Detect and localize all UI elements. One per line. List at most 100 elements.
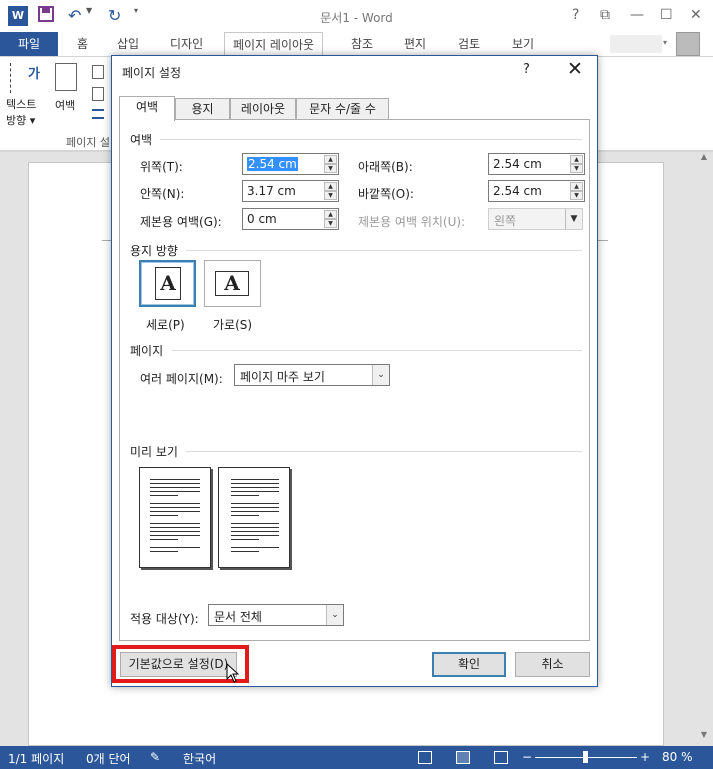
tab-view[interactable]: 보기 (504, 32, 542, 56)
ribbon-display-icon[interactable]: ⧉ (600, 7, 610, 23)
portrait-label[interactable]: 세로(P) (146, 316, 185, 333)
dialog-tab-bar: 여백 용지 레이아웃 문자 수/줄 수 (119, 96, 590, 121)
cancel-button[interactable]: 취소 (515, 652, 590, 677)
preview-text-line (150, 547, 200, 548)
preview-text-line (150, 487, 200, 488)
read-mode-icon[interactable] (418, 751, 432, 764)
zoom-level[interactable]: 80 % (662, 750, 693, 764)
inside-margin-value: 3.17 cm (247, 184, 296, 198)
dialog-close-icon[interactable]: ✕ (567, 58, 583, 80)
language[interactable]: 한국어 (183, 750, 216, 767)
account-name[interactable] (610, 35, 662, 53)
preview-text-line (150, 551, 178, 552)
tab-paper[interactable]: 용지 (175, 98, 230, 120)
web-layout-icon[interactable] (494, 751, 508, 764)
portrait-option[interactable]: A (139, 260, 196, 307)
avatar[interactable] (676, 32, 700, 56)
title-bar: W ↶ ▼ ↻ ▾ 문서1 - Word ? ⧉ — ☐ ✕ (0, 0, 713, 32)
section-preview: 미리 보기 (130, 445, 178, 459)
chevron-down-icon[interactable]: ▼ (565, 209, 582, 229)
preview-text-line (231, 551, 259, 552)
apply-to-select[interactable]: 문서 전체 ⌄ (208, 604, 344, 626)
columns-icon[interactable] (92, 109, 104, 119)
spin-up-icon[interactable]: ▲ (324, 182, 337, 191)
dialog-title: 페이지 설정 (122, 66, 182, 80)
word-count[interactable]: 0개 단어 (86, 750, 131, 767)
scroll-down-icon[interactable]: ▼ (697, 730, 711, 744)
preview-text-line (231, 527, 279, 528)
tab-page-layout[interactable]: 페이지 레이아웃 (224, 32, 324, 56)
preview-text-line (150, 491, 200, 492)
tab-insert[interactable]: 삽입 (109, 32, 147, 56)
status-bar: 1/1 페이지 0개 단어 ✎ 한국어 − + 80 % (0, 746, 713, 769)
gutter-field[interactable]: 0 cm ▲ ▼ (242, 208, 339, 230)
zoom-slider-thumb[interactable] (583, 751, 588, 763)
text-direction-label-2: 방향 ▾ (6, 114, 36, 127)
divider (186, 250, 582, 251)
spin-up-icon[interactable]: ▲ (324, 210, 337, 219)
spin-down-icon[interactable]: ▼ (324, 219, 337, 228)
spin-up-icon[interactable]: ▲ (324, 155, 337, 164)
spin-down-icon[interactable]: ▼ (324, 191, 337, 200)
preview-text-line (231, 547, 279, 548)
dialog-help-icon[interactable]: ? (523, 62, 530, 77)
gutter-value: 0 cm (247, 212, 277, 226)
help-icon[interactable]: ? (572, 7, 579, 23)
margins-button[interactable]: 여백 (55, 97, 75, 113)
tab-review[interactable]: 검토 (450, 32, 488, 56)
landscape-option[interactable]: A (204, 260, 261, 307)
preview-text-line (150, 527, 200, 528)
scroll-up-icon[interactable]: ▲ (697, 152, 711, 166)
inside-margin-field[interactable]: 3.17 cm ▲ ▼ (242, 180, 339, 202)
tab-document-grid[interactable]: 문자 수/줄 수 (296, 98, 389, 120)
landscape-icon: A (215, 271, 249, 296)
preview-text-line (231, 479, 279, 480)
zoom-out-icon[interactable]: − (522, 750, 532, 764)
spin-down-icon[interactable]: ▼ (570, 164, 583, 173)
ribbon-group-label: 페이지 설 (66, 136, 110, 149)
outside-margin-field[interactable]: 2.54 cm ▲ ▼ (488, 180, 585, 202)
tab-design[interactable]: 디자인 (162, 32, 211, 56)
gutter-position-select[interactable]: 왼쪽 ▼ (488, 208, 583, 230)
preview-text-line (150, 531, 200, 532)
crop-mark (598, 240, 608, 241)
chevron-down-icon[interactable]: ⌄ (326, 605, 343, 625)
size-icon[interactable] (92, 87, 104, 101)
outside-margin-value: 2.54 cm (493, 184, 542, 198)
ok-button[interactable]: 확인 (432, 652, 506, 677)
tab-references[interactable]: 참조 (343, 32, 381, 56)
proofing-icon[interactable]: ✎ (150, 750, 160, 764)
tab-margins[interactable]: 여백 (119, 96, 175, 121)
spin-up-icon[interactable]: ▲ (570, 155, 583, 164)
landscape-label[interactable]: 가로(S) (213, 316, 252, 333)
margins-icon[interactable] (55, 63, 77, 91)
orientation-icon[interactable] (92, 65, 104, 79)
bottom-margin-value: 2.54 cm (493, 157, 542, 171)
apply-to-label: 적용 대상(Y): (130, 612, 199, 626)
preview-page-right (218, 467, 290, 568)
bottom-margin-field[interactable]: 2.54 cm ▲ ▼ (488, 153, 585, 175)
top-margin-value: 2.54 cm (247, 157, 298, 171)
top-margin-field[interactable]: 2.54 cm ▲ ▼ (242, 153, 339, 175)
chevron-down-icon[interactable]: ⌄ (372, 365, 389, 385)
minimize-button[interactable]: — (630, 7, 644, 23)
print-layout-icon[interactable] (456, 751, 470, 764)
multiple-pages-select[interactable]: 페이지 마주 보기 ⌄ (234, 364, 390, 386)
tab-layout[interactable]: 레이아웃 (230, 98, 296, 120)
account-chevron-icon[interactable]: ▾ (663, 38, 667, 47)
preview-text-line (150, 511, 200, 512)
zoom-in-icon[interactable]: + (640, 750, 650, 764)
divider (186, 451, 582, 452)
text-direction-icon[interactable]: 가 (10, 63, 40, 93)
tab-home[interactable]: 홈 (69, 32, 96, 56)
spin-down-icon[interactable]: ▼ (324, 164, 337, 173)
page-count[interactable]: 1/1 페이지 (8, 750, 64, 767)
preview-text-line (150, 503, 200, 504)
tab-file[interactable]: 파일 (0, 32, 58, 56)
spin-up-icon[interactable]: ▲ (570, 182, 583, 191)
text-direction-button[interactable]: 텍스트 방향 ▾ (6, 97, 36, 129)
tab-mailings[interactable]: 편지 (396, 32, 434, 56)
close-button[interactable]: ✕ (690, 7, 702, 23)
maximize-button[interactable]: ☐ (660, 7, 673, 23)
spin-down-icon[interactable]: ▼ (570, 191, 583, 200)
